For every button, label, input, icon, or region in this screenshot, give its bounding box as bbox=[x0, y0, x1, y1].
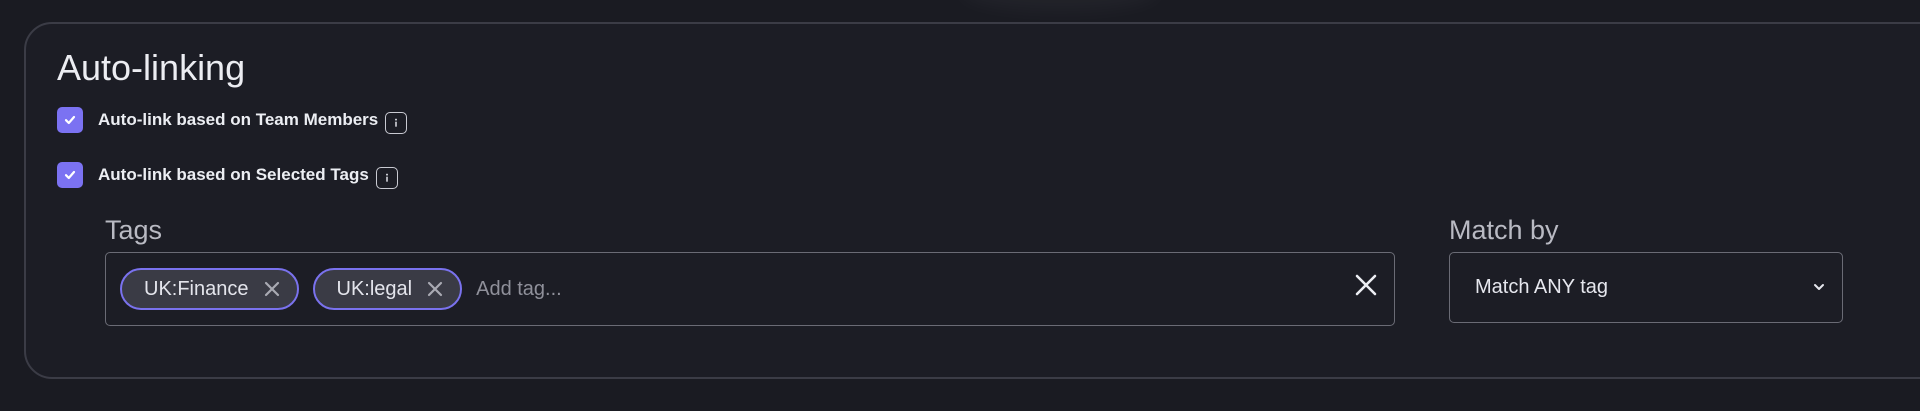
selected-tags-checkbox[interactable] bbox=[57, 162, 83, 188]
selected-tags-label: Auto-link based on Selected Tags bbox=[98, 165, 369, 184]
match-by-value: Match ANY tag bbox=[1475, 276, 1609, 298]
close-icon[interactable] bbox=[424, 278, 446, 300]
team-members-label: Auto-link based on Team Members bbox=[98, 110, 379, 129]
info-icon[interactable] bbox=[385, 112, 408, 134]
checkmark-icon bbox=[64, 115, 76, 125]
tags-label: Tags bbox=[105, 215, 163, 245]
tag-chip-label: UK:Finance bbox=[144, 277, 249, 300]
clear-all-icon[interactable] bbox=[1350, 269, 1382, 301]
team-members-checkbox[interactable] bbox=[57, 107, 83, 133]
option-team-members: Auto-link based on Team Members bbox=[57, 106, 408, 134]
close-icon[interactable] bbox=[261, 278, 283, 300]
checkmark-icon bbox=[64, 170, 76, 180]
option-selected-tags: Auto-link based on Selected Tags bbox=[57, 161, 398, 189]
tags-field[interactable]: UK:Finance UK:legal bbox=[105, 252, 1395, 326]
tag-chip-label: UK:legal bbox=[336, 277, 413, 300]
match-by-label: Match by bbox=[1449, 215, 1559, 245]
page: Auto-linking Auto-link based on Team Mem… bbox=[0, 0, 1920, 411]
section-title: Auto-linking bbox=[57, 47, 246, 88]
tag-chip: UK:legal bbox=[312, 268, 463, 310]
top-glow bbox=[960, 0, 1160, 10]
info-icon[interactable] bbox=[375, 167, 398, 189]
tag-chip: UK:Finance bbox=[120, 268, 299, 310]
match-by-select[interactable]: Match ANY tag bbox=[1449, 252, 1843, 323]
chevron-down-icon bbox=[1814, 284, 1824, 290]
add-tag-input[interactable] bbox=[474, 276, 779, 302]
